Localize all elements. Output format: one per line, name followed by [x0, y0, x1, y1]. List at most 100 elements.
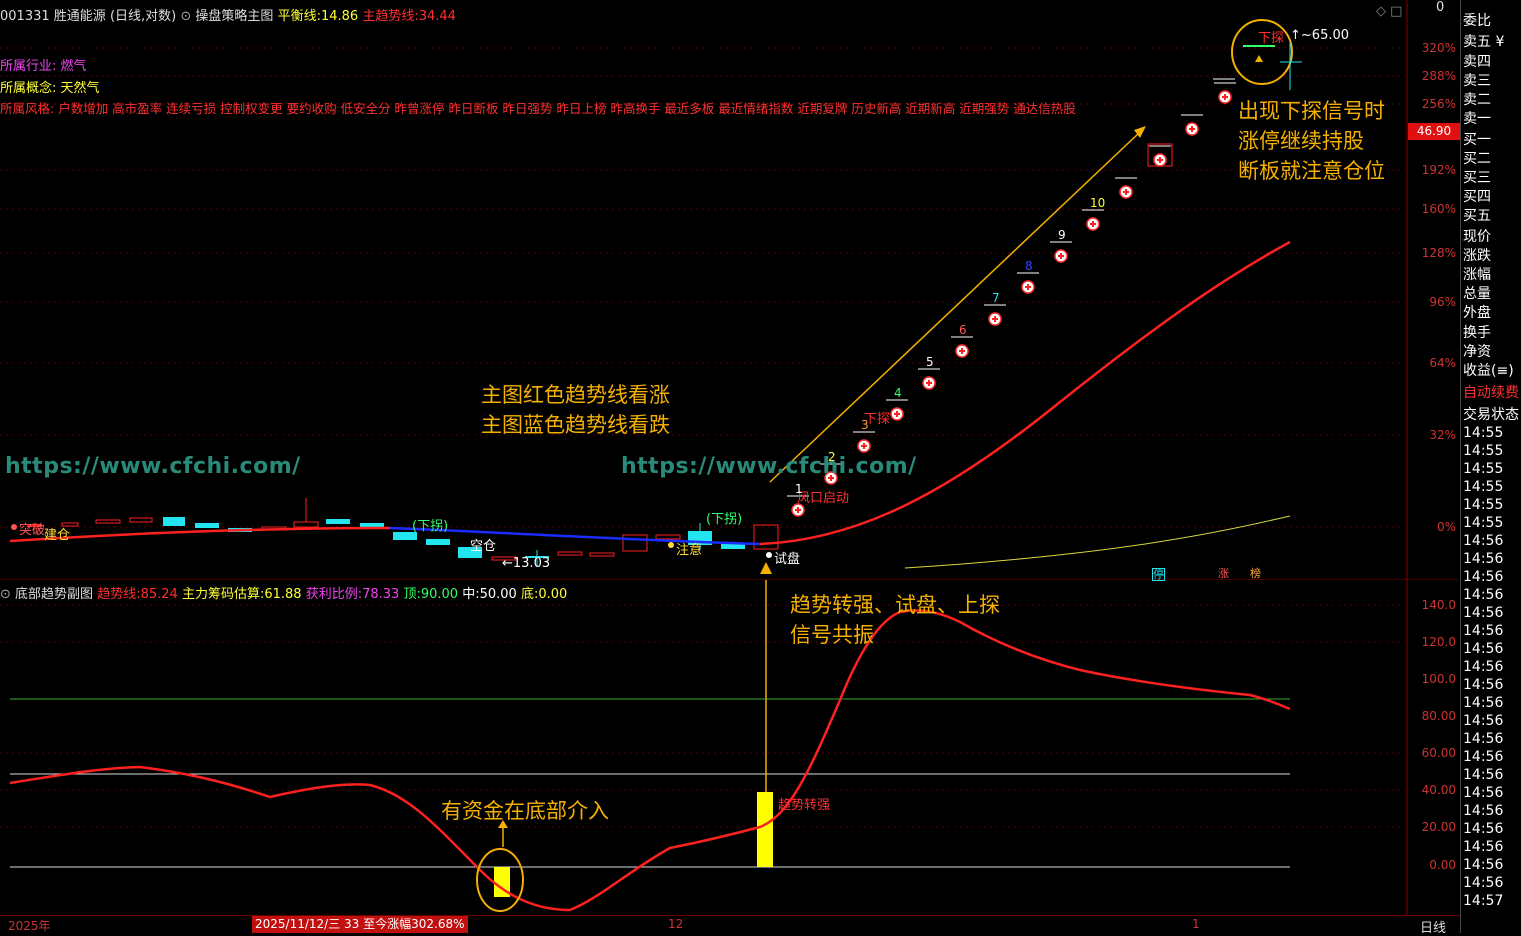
industry-row: 所属行业: 燃气 [0, 55, 87, 74]
breakout-label: 突破 [19, 523, 46, 538]
stock-name: 胜通能源 [53, 9, 106, 24]
sub-axis-0: 0.00 [1429, 858, 1456, 872]
top-value: 90.00 [420, 587, 459, 602]
axis-160: 160% [1421, 202, 1456, 216]
tick-time: 14:56 [1463, 587, 1504, 603]
xiaguai-label-1: (下拐) [412, 519, 449, 534]
minimize-icon[interactable]: □ [1390, 4, 1402, 19]
count-label: 1 [795, 482, 803, 496]
tick-time: 14:56 [1463, 731, 1504, 747]
sub-name[interactable]: 底部趋势副图 [15, 587, 93, 602]
quote-item: 现价 [1463, 229, 1491, 245]
quote-item: 买四 [1463, 189, 1491, 205]
sub-header: ⊙ 底部趋势副图 趋势线:85.24 主力筹码估算:61.88 获利比例:78.… [0, 583, 567, 602]
range-label: 2025/11/12/三 33 至今涨幅302.68% [252, 916, 468, 933]
resonance-arrow-head [760, 562, 772, 574]
sub-axis-40: 40.00 [1421, 783, 1456, 797]
style-label: 所属风格: [0, 101, 55, 116]
axis-0: 0% [1436, 520, 1456, 534]
trend-callout: 主图红色趋势线看涨 主图蓝色趋势线看跌 [481, 380, 670, 440]
trend-line-2: 主图蓝色趋势线看跌 [481, 413, 670, 437]
settings-icon[interactable]: ⊙ [180, 9, 191, 24]
candlesticks [28, 498, 779, 566]
axis-128: 128% [1421, 246, 1456, 260]
quote-item: 卖一 [1463, 111, 1491, 127]
sub-trend-line [9, 609, 1291, 912]
auto-renew-button[interactable]: 自动续费 [1463, 382, 1519, 402]
trend-strong-label: 趋势转强 [778, 798, 831, 813]
sub-settings-icon[interactable]: ⊙ [0, 587, 11, 602]
tick-time: 14:56 [1463, 569, 1504, 585]
sub-chart[interactable] [0, 580, 1458, 915]
xiaguai-label-2: (下拐) [706, 512, 743, 527]
style-row: 所属风格: 户数增加 高市盈率 连续亏损 控制权变更 要约收购 低安全分 昨曾涨… [0, 98, 1076, 117]
balance-value: 14.86 [320, 9, 359, 24]
attention-dot [668, 542, 674, 548]
industry-label: 所属行业: [0, 59, 57, 74]
sub-axis-100: 100.0 [1421, 672, 1456, 686]
top-right-value: 0 [1436, 0, 1445, 15]
trend-strong-bar [757, 792, 773, 867]
tick-time: 14:55 [1463, 425, 1504, 441]
sub-trend-value: 85.24 [140, 587, 178, 602]
tick-time: 14:56 [1463, 695, 1504, 711]
tick-time: 14:55 [1463, 479, 1504, 495]
industry-value: 燃气 [60, 59, 87, 74]
axis-192: 192% [1421, 163, 1456, 177]
profit-value: 78.33 [362, 587, 400, 602]
top-label: 顶: [403, 587, 421, 602]
mid-value: 50.00 [479, 587, 517, 602]
chip-label: 主力筹码估算: [181, 587, 265, 602]
trial-dot [766, 552, 772, 558]
main-header: 001331 胜通能源 (日线,对数) ⊙ 操盘策略主图 平衡线:14.86 主… [0, 5, 456, 24]
limit-up-markers [787, 82, 1236, 517]
tick-time: 14:56 [1463, 551, 1504, 567]
count-label: 8 [1025, 259, 1033, 273]
tick-time: 14:56 [1463, 713, 1504, 729]
window-controls: ◇ □ [1376, 4, 1402, 19]
trade-state-label: 交易状态 [1463, 407, 1519, 423]
tick-time: 14:56 [1463, 659, 1504, 675]
sub-axis-20: 20.00 [1421, 820, 1456, 834]
tick-time: 14:55 [1463, 443, 1504, 459]
resonance-line-2: 信号共振 [790, 623, 874, 647]
indicator-name[interactable]: 操盘策略主图 [195, 9, 273, 24]
time-axis-bar: 2025年 2025/11/12/三 33 至今涨幅302.68% 12 1 日… [0, 915, 1460, 936]
quote-item: 涨跌 [1463, 248, 1491, 264]
quote-item: 外盘 [1463, 305, 1491, 321]
sub-trend-label: 趋势线: [97, 587, 141, 602]
period-button[interactable]: 日线 [1420, 917, 1446, 936]
profit-label: 获利比例: [305, 587, 363, 602]
sub-axis-60: 60.00 [1421, 746, 1456, 760]
zhang-badge: 涨 [1218, 567, 1229, 580]
signal-line-1: 出现下探信号时 [1238, 99, 1385, 123]
quote-item: 买五 [1463, 208, 1491, 224]
resonance-callout: 趋势转强、试盘、上探 信号共振 [790, 590, 1000, 650]
wind-start-label: 风口启动 [797, 491, 850, 506]
count-label: 4 [894, 386, 902, 400]
tick-time: 14:56 [1463, 875, 1504, 891]
axis-288: 288% [1421, 69, 1456, 83]
concept-value: 天然气 [60, 81, 100, 96]
style-value: 户数增加 高市盈率 连续亏损 控制权变更 要约收购 低安全分 昨曾涨停 昨日断板… [58, 101, 1076, 116]
signal-callout: 出现下探信号时 涨停继续持股 断板就注意仓位 [1238, 96, 1385, 186]
count-label: 5 [926, 355, 934, 369]
expand-icon[interactable]: ◇ [1376, 4, 1386, 19]
balance-label: 平衡线: [277, 9, 321, 24]
month-12: 12 [668, 917, 684, 931]
quote-panel: 委比 卖五 ¥ 卖四 卖三 卖二 卖一 买一 买二 买三 买四 买五 现价 涨跌 涨幅 总量 外盘 换手 净资 收益… [1460, 0, 1521, 933]
uptrend-arrow [769, 126, 1146, 483]
axis-320: 320% [1421, 41, 1456, 55]
resonance-line-1: 趋势转强、试盘、上探 [790, 593, 1000, 617]
tick-time: 14:56 [1463, 533, 1504, 549]
tick-time: 14:56 [1463, 641, 1504, 657]
stock-code: 001331 [0, 9, 50, 24]
tick-time: 14:56 [1463, 767, 1504, 783]
bottom-fund-callout: 有资金在底部介入 [441, 799, 609, 823]
tick-time: 14:56 [1463, 821, 1504, 837]
quote-item: 卖五 ¥ [1463, 34, 1505, 50]
axis-64: 64% [1429, 356, 1456, 370]
tick-time: 14:56 [1463, 605, 1504, 621]
main-chart[interactable] [0, 0, 1458, 580]
tick-time: 14:55 [1463, 515, 1504, 531]
